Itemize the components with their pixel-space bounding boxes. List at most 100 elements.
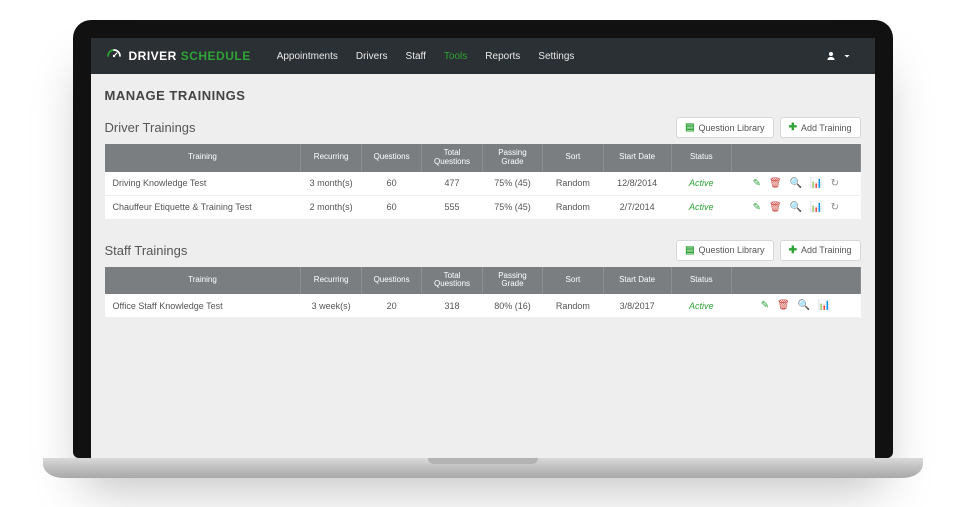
col-header-actions xyxy=(732,267,860,295)
nav-item-appointments[interactable]: Appointments xyxy=(277,51,338,62)
cell-total_questions: 555 xyxy=(422,195,482,219)
question-library-button[interactable]: ▤ Question Library xyxy=(676,240,774,261)
col-header-passing_grade[interactable]: Passing Grade xyxy=(482,144,542,172)
user-menu[interactable] xyxy=(817,46,861,66)
row-actions: ✎ 🗑 🔍 📊 ↻ xyxy=(736,202,856,213)
section-title: Driver Trainings xyxy=(105,120,196,135)
trainings-table: TrainingRecurringQuestionsTotal Question… xyxy=(105,144,861,220)
nav-item-drivers[interactable]: Drivers xyxy=(356,51,388,62)
table-row: Office Staff Knowledge Test3 week(s)2031… xyxy=(105,294,861,318)
cell-total_questions: 477 xyxy=(422,172,482,196)
col-header-total_questions[interactable]: Total Questions xyxy=(422,144,482,172)
cell-actions: ✎ 🗑 🔍 📊 xyxy=(732,294,860,318)
book-icon: ▤ xyxy=(685,245,694,256)
col-header-questions[interactable]: Questions xyxy=(361,267,421,295)
cell-passing_grade: 80% (16) xyxy=(482,294,542,318)
brand-text: DRIVER SCHEDULE xyxy=(129,49,251,63)
caret-down-icon xyxy=(841,50,853,62)
cell-questions: 60 xyxy=(361,195,421,219)
cell-passing_grade: 75% (45) xyxy=(482,195,542,219)
nav-item-staff[interactable]: Staff xyxy=(406,51,426,62)
brand-logo-icon xyxy=(105,47,123,65)
col-header-training[interactable]: Training xyxy=(105,144,301,172)
delete-icon[interactable]: 🗑 xyxy=(769,202,782,213)
cell-total_questions: 318 xyxy=(422,294,482,318)
col-header-start_date[interactable]: Start Date xyxy=(603,267,671,295)
delete-icon[interactable]: 🗑 xyxy=(777,300,790,311)
add-training-button[interactable]: ✚ Add Training xyxy=(780,117,861,138)
delete-icon[interactable]: 🗑 xyxy=(769,178,782,189)
nav-item-reports[interactable]: Reports xyxy=(485,51,520,62)
search-icon[interactable]: 🔍 xyxy=(790,202,802,213)
plus-icon: ✚ xyxy=(789,245,797,256)
table-row: Driving Knowledge Test3 month(s)6047775%… xyxy=(105,172,861,196)
col-header-recurring[interactable]: Recurring xyxy=(301,267,361,295)
cell-status: Active xyxy=(671,172,731,196)
nav-item-tools[interactable]: Tools xyxy=(444,51,467,62)
refresh-icon[interactable]: ↻ xyxy=(831,202,839,213)
col-header-questions[interactable]: Questions xyxy=(361,144,421,172)
col-header-start_date[interactable]: Start Date xyxy=(603,144,671,172)
edit-icon[interactable]: ✎ xyxy=(753,178,761,189)
col-header-sort[interactable]: Sort xyxy=(543,267,603,295)
trainings-table: TrainingRecurringQuestionsTotal Question… xyxy=(105,267,861,319)
section-header: Driver Trainings ▤ Question Library ✚ Add Tr… xyxy=(105,117,861,138)
cell-start_date: 3/8/2017 xyxy=(603,294,671,318)
col-header-passing_grade[interactable]: Passing Grade xyxy=(482,267,542,295)
section: Driver Trainings ▤ Question Library ✚ Add Tr… xyxy=(105,117,861,220)
cell-actions: ✎ 🗑 🔍 📊 ↻ xyxy=(732,172,860,196)
brand[interactable]: DRIVER SCHEDULE xyxy=(105,47,251,65)
navbar: DRIVER SCHEDULE Appointments Drivers Staff… xyxy=(91,38,875,74)
cell-recurring: 3 week(s) xyxy=(301,294,361,318)
nav-item-settings[interactable]: Settings xyxy=(538,51,574,62)
cell-recurring: 3 month(s) xyxy=(301,172,361,196)
cell-training: Driving Knowledge Test xyxy=(105,172,301,196)
edit-icon[interactable]: ✎ xyxy=(753,202,761,213)
cell-status: Active xyxy=(671,195,731,219)
cell-sort: Random xyxy=(543,294,603,318)
cell-sort: Random xyxy=(543,195,603,219)
row-actions: ✎ 🗑 🔍 📊 ↻ xyxy=(736,178,856,189)
button-label: Question Library xyxy=(699,123,765,133)
chart-icon[interactable]: 📊 xyxy=(810,202,822,213)
user-icon xyxy=(825,50,837,62)
laptop-base xyxy=(43,458,923,478)
row-actions: ✎ 🗑 🔍 📊 xyxy=(736,300,856,311)
add-training-button[interactable]: ✚ Add Training xyxy=(780,240,861,261)
question-library-button[interactable]: ▤ Question Library xyxy=(676,117,774,138)
screen-bezel: DRIVER SCHEDULE Appointments Drivers Staff… xyxy=(73,20,893,458)
col-header-sort[interactable]: Sort xyxy=(543,144,603,172)
col-header-actions xyxy=(732,144,860,172)
screen: DRIVER SCHEDULE Appointments Drivers Staff… xyxy=(91,38,875,458)
cell-recurring: 2 month(s) xyxy=(301,195,361,219)
cell-start_date: 2/7/2014 xyxy=(603,195,671,219)
plus-icon: ✚ xyxy=(789,122,797,133)
laptop-frame: DRIVER SCHEDULE Appointments Drivers Staff… xyxy=(73,20,893,478)
button-label: Question Library xyxy=(699,245,765,255)
search-icon[interactable]: 🔍 xyxy=(790,178,802,189)
cell-actions: ✎ 🗑 🔍 📊 ↻ xyxy=(732,195,860,219)
refresh-icon[interactable]: ↻ xyxy=(831,178,839,189)
book-icon: ▤ xyxy=(685,122,694,133)
col-header-recurring[interactable]: Recurring xyxy=(301,144,361,172)
cell-questions: 60 xyxy=(361,172,421,196)
col-header-training[interactable]: Training xyxy=(105,267,301,295)
chart-icon[interactable]: 📊 xyxy=(818,300,830,311)
cell-passing_grade: 75% (45) xyxy=(482,172,542,196)
col-header-total_questions[interactable]: Total Questions xyxy=(422,267,482,295)
cell-start_date: 12/8/2014 xyxy=(603,172,671,196)
content: MANAGE TRAININGS Driver Trainings▤Questi… xyxy=(91,74,875,348)
button-label: Add Training xyxy=(801,245,852,255)
section-actions: ▤ Question Library ✚ Add Training xyxy=(676,240,860,261)
button-label: Add Training xyxy=(801,123,852,133)
section-header: Staff Trainings▤Question Library✚Add Tra… xyxy=(105,240,861,261)
section-actions: ▤ Question Library ✚ Add Training xyxy=(676,117,860,138)
chart-icon[interactable]: 📊 xyxy=(810,178,822,189)
cell-status: Active xyxy=(671,294,731,318)
col-header-status[interactable]: Status xyxy=(671,267,731,295)
edit-icon[interactable]: ✎ xyxy=(761,300,769,311)
section: Staff Trainings▤Question Library✚Add Tra… xyxy=(105,240,861,319)
col-header-status[interactable]: Status xyxy=(671,144,731,172)
cell-training: Office Staff Knowledge Test xyxy=(105,294,301,318)
search-icon[interactable]: 🔍 xyxy=(798,300,810,311)
